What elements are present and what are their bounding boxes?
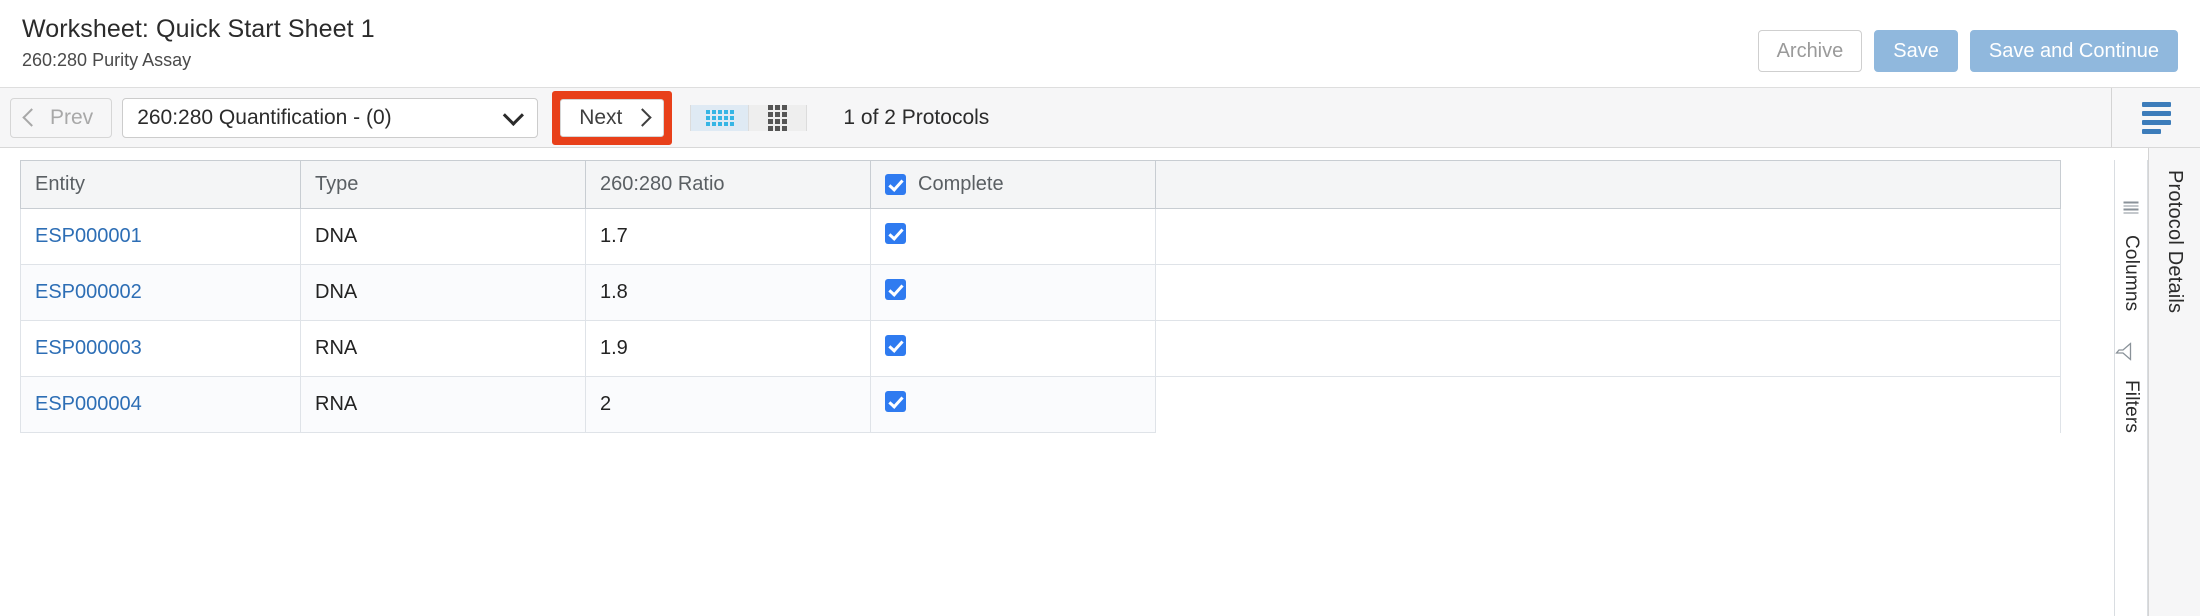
cell-complete [870,264,1156,321]
filters-rail-label: Filters [2121,380,2142,434]
table-row[interactable]: ESP000001 DNA 1.7 [20,208,2061,265]
dense-grid-icon [705,109,734,126]
chevron-down-icon [502,104,525,126]
cell-ratio[interactable]: 1.7 [585,208,871,265]
card-grid-icon [768,104,788,131]
worksheet-content: Entity Type 260:280 Ratio Complete ESP00… [0,148,2200,616]
column-header-type[interactable]: Type [300,160,586,209]
next-protocol-button[interactable]: Next [560,98,665,137]
header-actions: Archive Save Save and Continue [1757,30,2178,72]
protocol-details-label: Protocol Details [2164,170,2186,314]
chevron-left-icon [22,108,41,127]
table-row[interactable]: ESP000004 RNA 2 [20,376,2061,433]
protocol-select-value: 260:280 Quantification - (0) [137,105,392,129]
table-row[interactable]: ESP000002 DNA 1.8 [20,264,2061,321]
entity-link[interactable]: ESP000001 [35,225,142,247]
view-toggle-dense[interactable] [691,104,750,131]
protocol-toolbar: Prev 260:280 Quantification - (0) Next 1… [0,87,2200,148]
complete-checkbox[interactable] [885,223,906,244]
protocol-count: 1 of 2 Protocols [843,105,990,129]
chevron-right-icon [633,108,653,127]
cell-complete [870,320,1156,377]
filter-funnel-icon [2115,342,2138,361]
column-header-complete-label: Complete [918,173,1004,195]
grid-side-rail: Columns Filters [2114,160,2148,616]
complete-checkbox[interactable] [885,335,906,356]
table-header-row: Entity Type 260:280 Ratio Complete [20,160,2061,209]
cell-type: DNA [300,264,586,321]
cell-type: RNA [300,376,586,433]
next-button-highlight: Next [552,90,673,145]
cell-blank [1155,264,2061,321]
complete-checkbox[interactable] [885,391,906,412]
cell-ratio[interactable]: 2 [585,376,871,433]
cell-blank [1155,208,2061,265]
worksheet-table: Entity Type 260:280 Ratio Complete ESP00… [20,160,2061,433]
entity-link[interactable]: ESP000004 [35,393,142,415]
column-header-entity[interactable]: Entity [20,160,301,209]
select-all-complete-checkbox[interactable] [885,174,906,195]
cell-complete [870,208,1156,265]
protocol-details-rail[interactable]: Protocol Details [2148,148,2200,616]
column-header-complete[interactable]: Complete [870,160,1156,209]
save-and-continue-button[interactable]: Save and Continue [1969,30,2178,72]
next-button-label: Next [579,105,623,129]
column-header-complete-inner: Complete [885,173,1141,196]
columns-rail-button[interactable]: Columns [2120,196,2142,311]
column-header-ratio[interactable]: 260:280 Ratio [585,160,871,209]
cell-type: DNA [300,208,586,265]
view-toggle-card[interactable] [749,104,807,131]
cell-entity: ESP000003 [20,320,301,377]
prev-protocol-button[interactable]: Prev [10,97,113,138]
table-head: Entity Type 260:280 Ratio Complete [20,160,2061,209]
cell-type: RNA [300,320,586,377]
entity-link[interactable]: ESP000003 [35,337,142,359]
save-button[interactable]: Save [1874,30,1958,72]
page-header: Worksheet: Quick Start Sheet 1 260:280 P… [0,0,2200,87]
cell-entity: ESP000001 [20,208,301,265]
table-row[interactable]: ESP000003 RNA 1.9 [20,320,2061,377]
cell-entity: ESP000004 [20,376,301,433]
worksheet-table-area: Entity Type 260:280 Ratio Complete ESP00… [0,148,2114,616]
complete-checkbox[interactable] [885,279,906,300]
protocol-select[interactable]: 260:280 Quantification - (0) [122,97,539,138]
columns-rail-label: Columns [2121,235,2142,312]
cell-blank [1155,320,2061,377]
entity-link[interactable]: ESP000002 [35,281,142,303]
cell-ratio[interactable]: 1.8 [585,264,871,321]
columns-icon [2123,201,2139,214]
prev-button-label: Prev [50,105,94,129]
list-view-icon[interactable] [2141,101,2171,134]
table-body: ESP000001 DNA 1.7 ESP000002 DNA 1.8 ESP0… [20,208,2061,433]
cell-complete [870,376,1156,433]
filters-rail-button[interactable]: Filters [2115,339,2142,434]
toolbar-right-group [2111,88,2200,147]
archive-button[interactable]: Archive [1757,30,1863,72]
view-toggle-group [690,104,808,131]
cell-blank [1155,376,2061,433]
cell-ratio[interactable]: 1.9 [585,320,871,377]
toolbar-left-group: Prev 260:280 Quantification - (0) Next 1… [0,88,989,147]
cell-entity: ESP000002 [20,264,301,321]
column-header-blank [1155,160,2061,209]
